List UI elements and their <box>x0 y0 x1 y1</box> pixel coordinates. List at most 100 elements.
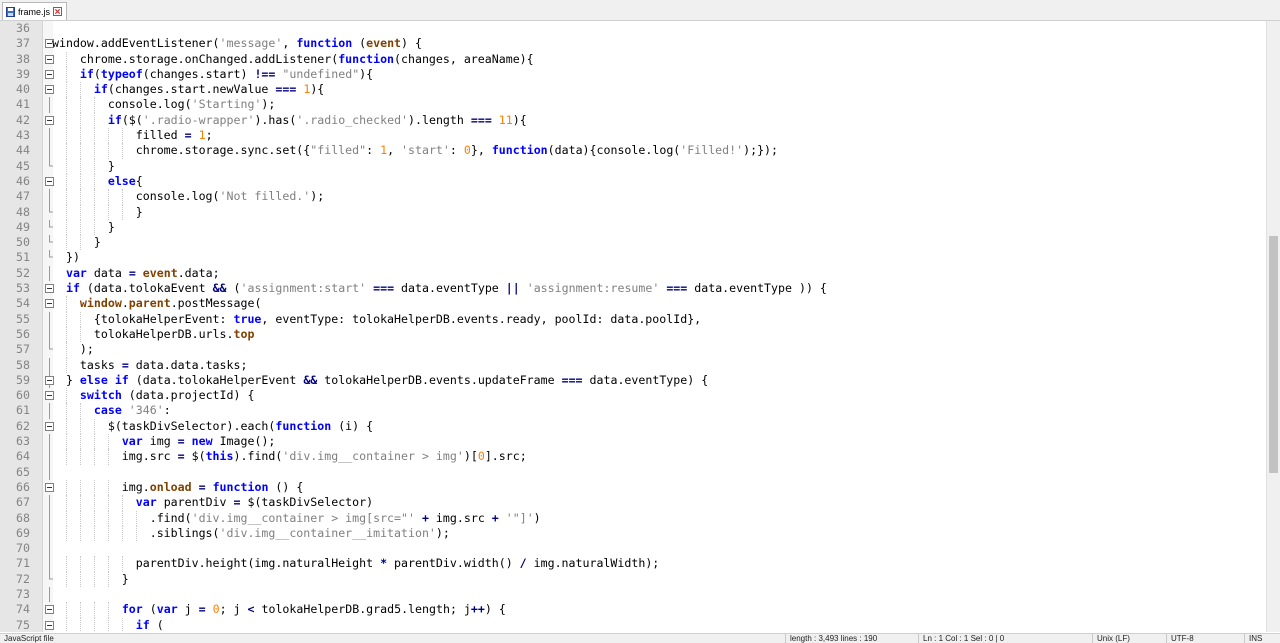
indent-guide <box>94 434 95 450</box>
indent-guide <box>94 479 95 496</box>
line-number: 44 <box>16 143 30 158</box>
indent-guide <box>94 173 95 190</box>
code-editor[interactable]: 36 37 window.addEventListener('message', f… <box>0 21 1280 632</box>
indent-guide <box>66 128 67 144</box>
line-number: 52 <box>16 265 30 280</box>
vertical-scrollbar[interactable] <box>1266 21 1280 632</box>
code-line[interactable]: 46 else{ <box>0 173 1266 190</box>
code-line[interactable]: 42 if($('.radio-wrapper').has('.radio_ch… <box>0 112 1266 129</box>
indent-guide <box>94 158 95 174</box>
scrollbar-thumb[interactable] <box>1269 236 1278 473</box>
indent-guide <box>66 311 67 327</box>
code-line[interactable]: 56 tolokaHelperDB.urls.top <box>0 326 1266 343</box>
indent-guide <box>80 189 81 205</box>
code-line[interactable]: 51 }) <box>0 250 1266 265</box>
code-line[interactable]: 54 window.parent.postMessage( <box>0 296 1266 312</box>
code-line[interactable]: 74 for (var j = 0; j < tolokaHelperDB.gr… <box>0 602 1266 618</box>
line-number: 75 <box>16 617 30 632</box>
indent-guide <box>108 510 109 526</box>
tab-bar: frame.js <box>0 0 1280 21</box>
code-token: data <box>86 265 129 280</box>
code-line[interactable]: 44 chrome.storage.sync.set({"filled": 1,… <box>0 143 1266 159</box>
code-text: chrome.storage.sync.set({"filled": 1, 's… <box>52 143 778 158</box>
indent-guide <box>108 525 109 542</box>
code-line[interactable]: 66 img.onload = function () { <box>0 479 1266 496</box>
code-token: , <box>282 36 297 51</box>
indent-guide <box>94 219 95 236</box>
code-text: window.parent.postMessage( <box>52 296 262 311</box>
code-token: } <box>52 158 115 173</box>
line-number: 66 <box>16 479 30 494</box>
code-token: === <box>373 281 395 296</box>
code-line[interactable]: 69 .siblings('div.img__container__imitat… <box>0 525 1266 542</box>
code-line[interactable]: 38 chrome.storage.onChanged.addListener(… <box>0 51 1266 67</box>
line-number: 53 <box>16 281 30 296</box>
code-line[interactable]: 45 } <box>0 158 1266 174</box>
code-token: tolokaHelperDB.grad5.length; j <box>254 602 471 617</box>
code-line[interactable]: 70 <box>0 541 1266 557</box>
code-line[interactable]: 73 <box>0 586 1266 603</box>
line-number: 45 <box>16 158 30 173</box>
code-line[interactable]: 40 if(changes.start.newValue === 1){ <box>0 82 1266 98</box>
code-line[interactable]: 62 $(taskDivSelector).each(function (i) … <box>0 418 1266 435</box>
indent-guide <box>66 51 67 67</box>
line-number: 65 <box>16 464 30 479</box>
code-line[interactable]: 43 filled = 1; <box>0 128 1266 144</box>
code-line[interactable]: 75 if ( <box>0 617 1266 632</box>
code-line[interactable]: 61 case '346': <box>0 403 1266 419</box>
code-line[interactable]: 71 parentDiv.height(img.naturalHeight * … <box>0 556 1266 572</box>
code-line[interactable]: 37 window.addEventListener('message', fun… <box>0 36 1266 51</box>
tab-frame-js[interactable]: frame.js <box>2 2 68 20</box>
indent-guide <box>66 219 67 236</box>
code-text: } <box>52 572 129 587</box>
code-line[interactable]: 60 switch (data.projectId) { <box>0 388 1266 404</box>
code-text: } <box>52 159 115 174</box>
indent-guide <box>94 602 95 618</box>
code-token: tasks <box>52 357 122 372</box>
indent-guide <box>80 510 81 526</box>
close-icon[interactable] <box>53 7 63 16</box>
code-token: top <box>233 326 255 341</box>
indent-guide <box>66 525 67 542</box>
code-token: (i) { <box>331 418 374 433</box>
line-number: 47 <box>16 189 30 204</box>
code-line[interactable]: 36 <box>0 21 1266 36</box>
code-token: tolokaHelperDB.events.updateFrame <box>317 372 562 387</box>
code-line[interactable]: 41 console.log('Starting'); <box>0 97 1266 113</box>
code-token: parentDiv.height(img.naturalHeight <box>52 556 381 571</box>
line-number: 50 <box>16 235 30 250</box>
code-line[interactable]: 55 {tolokaHelperEvent: true, eventType: … <box>0 311 1266 327</box>
code-line[interactable]: 57 ); <box>0 342 1266 358</box>
code-line[interactable]: 58 tasks = data.data.tasks; <box>0 357 1266 373</box>
code-line[interactable]: 63 var img = new Image(); <box>0 434 1266 450</box>
code-token: $(taskDivSelector).each( <box>52 418 276 433</box>
code-line[interactable]: 72 } <box>0 571 1266 587</box>
indent-guide <box>94 418 95 435</box>
code-line[interactable]: 53 if (data.tolokaEvent && ('assignment:… <box>0 281 1266 296</box>
indent-guide <box>80 525 81 542</box>
code-token: parent <box>128 296 171 311</box>
code-token: 1 <box>380 143 388 158</box>
code-line[interactable]: 50 } <box>0 235 1266 251</box>
code-line[interactable]: 48 } <box>0 204 1266 220</box>
code-line[interactable]: 49 } <box>0 219 1266 236</box>
code-line[interactable]: 59 } else if (data.tolokaHelperEvent && … <box>0 372 1266 389</box>
code-line[interactable]: 68 .find('div.img__container > img[src="… <box>0 510 1266 526</box>
line-number: 41 <box>16 97 30 112</box>
code-token: ); <box>310 189 325 204</box>
indent-guide <box>108 189 109 205</box>
code-line[interactable]: 39 if(typeof(changes.start) !== "undefin… <box>0 66 1266 83</box>
indent-guide <box>80 479 81 496</box>
code-line[interactable]: 67 var parentDiv = $(taskDivSelector) <box>0 495 1266 511</box>
code-line[interactable]: 47 console.log('Not filled.'); <box>0 189 1266 205</box>
code-line[interactable]: 52 var data = event.data; <box>0 265 1266 282</box>
code-token: function <box>338 51 395 66</box>
code-line[interactable]: 65 <box>0 464 1266 480</box>
indent-guide <box>94 189 95 205</box>
indent-guide <box>66 189 67 205</box>
code-line[interactable]: 64 img.src = $(this).find('div.img__cont… <box>0 449 1266 465</box>
indent-guide <box>80 449 81 465</box>
code-token: if <box>135 617 150 632</box>
